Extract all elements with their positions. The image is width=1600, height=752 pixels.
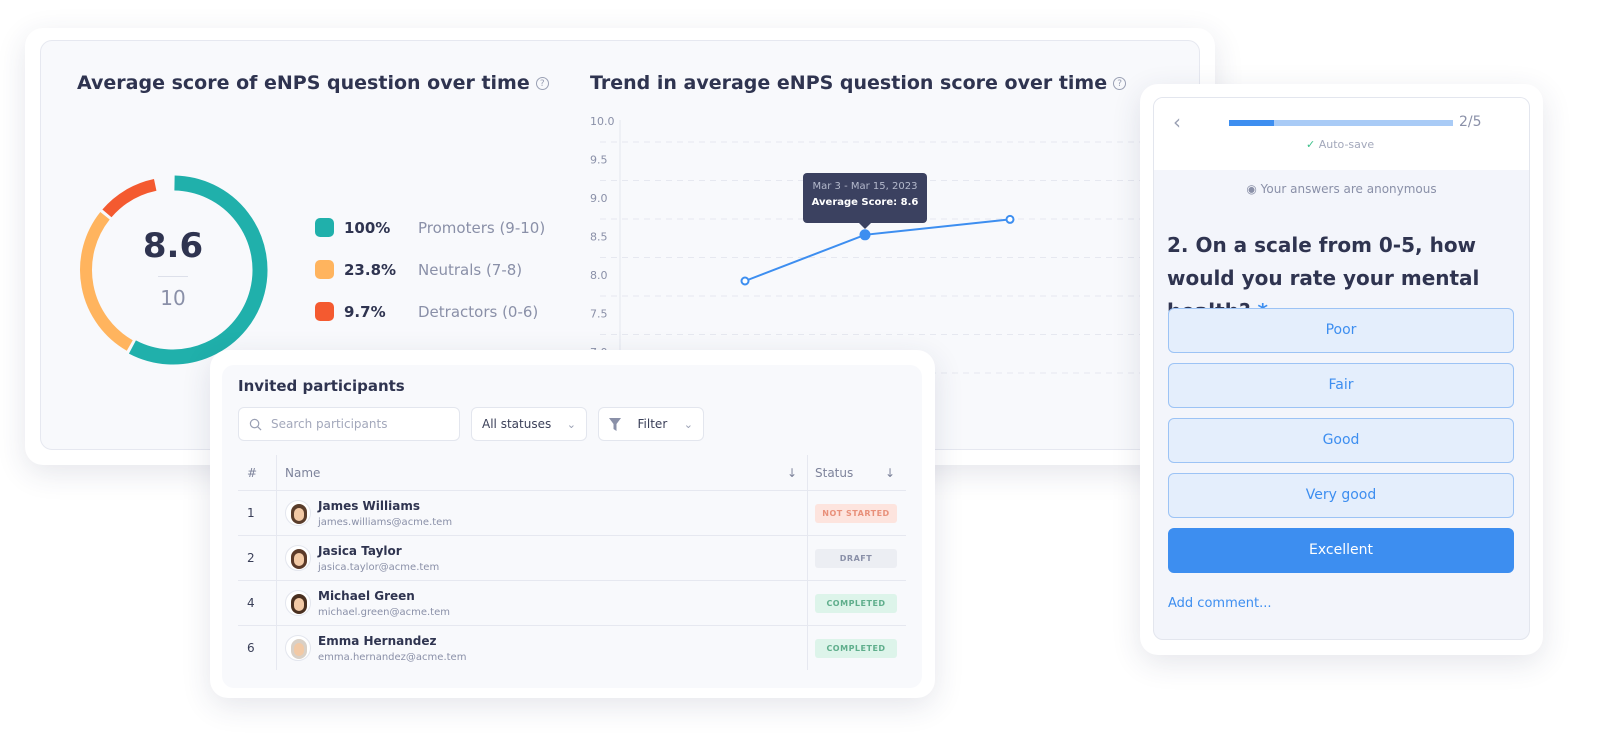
data-point[interactable] [740, 276, 750, 286]
status-badge: COMPLETED [815, 639, 897, 658]
back-chevron-icon[interactable]: ‹ [1173, 110, 1181, 134]
legend-swatch [315, 218, 334, 237]
chevron-down-icon: ⌄ [566, 417, 576, 431]
y-tick-label: 8.5 [590, 231, 608, 244]
row-number: 4 [247, 596, 255, 610]
chevron-down-icon: ⌄ [683, 417, 693, 431]
participant-name: James Williams [318, 499, 420, 513]
avatar [285, 500, 311, 526]
average-score: 8.6 [142, 226, 204, 266]
legend-item: 100% Promoters (9-10) [315, 218, 545, 237]
progress-fill [1229, 120, 1274, 126]
survey-header [1154, 98, 1529, 170]
legend-swatch [315, 260, 334, 279]
participants-title: Invited participants [238, 377, 405, 395]
data-point[interactable] [1005, 214, 1015, 224]
legend-label: Detractors (0-6) [418, 302, 539, 321]
legend-label: Promoters (9-10) [418, 218, 546, 237]
tooltip-value: Average Score: 8.6 [811, 196, 919, 208]
help-icon[interactable]: ? [535, 77, 549, 90]
participant-email: james.williams@acme.tem [318, 517, 453, 528]
answer-option-very-good[interactable]: Very good [1168, 473, 1514, 518]
row-number: 2 [247, 551, 255, 565]
answer-option-good[interactable]: Good [1168, 418, 1514, 463]
autosave-label: Auto-save [1318, 138, 1375, 151]
status-badge: NOT STARTED [815, 504, 897, 523]
anonymous-text: Your answers are anonymous [1260, 182, 1437, 196]
tooltip-date: Mar 3 - Mar 15, 2023 [812, 180, 918, 192]
check-icon: ✓ [1306, 138, 1316, 151]
y-tick-label: 9.5 [590, 154, 608, 167]
status-select-value: All statuses [482, 417, 552, 431]
table-row[interactable]: 4 Michael Green michael.green@acme.tem C… [238, 580, 906, 625]
row-number: 1 [247, 506, 255, 520]
autosave-status: ✓ Auto-save [1306, 138, 1374, 151]
status-badge: COMPLETED [815, 594, 897, 613]
filter-button[interactable]: Filter ⌄ [598, 407, 704, 441]
participant-name: Jasica Taylor [318, 544, 402, 558]
search-icon [249, 418, 262, 430]
title-text: Trend in average eNPS question score ove… [590, 72, 1108, 94]
title-text: Average score of eNPS question over time [77, 72, 530, 94]
progress-text: 2/5 [1459, 114, 1482, 130]
score-card-title: Average score of eNPS question over time… [77, 72, 549, 94]
y-tick-label: 8.0 [590, 269, 608, 282]
column-header-name[interactable]: Name ↓ [285, 466, 797, 480]
series-line [744, 218, 1011, 282]
tooltip-arrow [859, 222, 871, 229]
data-point[interactable] [859, 229, 871, 241]
table-row[interactable]: 2 Jasica Taylor jasica.taylor@acme.tem D… [238, 535, 906, 580]
legend-percent: 100% [344, 218, 391, 237]
y-tick-label: 10.0 [590, 115, 615, 128]
filter-icon [609, 417, 621, 431]
max-score: 10 [160, 286, 186, 310]
participant-email: emma.hernandez@acme.tem [318, 652, 467, 663]
column-header-status[interactable]: Status ↓ [815, 466, 895, 480]
search-placeholder: Search participants [271, 417, 388, 431]
chart-tooltip: Mar 3 - Mar 15, 2023 Average Score: 8.6 [803, 172, 927, 229]
score-donut [80, 175, 268, 365]
participant-email: jasica.taylor@acme.tem [318, 562, 440, 573]
participant-name: Emma Hernandez [318, 634, 437, 648]
legend-swatch [315, 302, 334, 321]
y-tick-label: 7.5 [590, 308, 608, 321]
progress-bar [1229, 120, 1453, 126]
row-number: 6 [247, 641, 255, 655]
eye-off-icon: ◉ [1246, 182, 1257, 196]
avatar [285, 590, 311, 616]
participant-name: Michael Green [318, 589, 415, 603]
status-select[interactable]: All statuses ⌄ [471, 407, 587, 441]
legend-percent: 9.7% [344, 302, 386, 321]
legend-percent: 23.8% [344, 260, 397, 279]
column-header-number: # [247, 466, 258, 480]
legend-item: 9.7% Detractors (0-6) [315, 302, 538, 321]
y-tick-label: 9.0 [590, 192, 608, 205]
promoters-arc [128, 175, 268, 365]
table-row[interactable]: 6 Emma Hernandez emma.hernandez@acme.tem… [238, 625, 906, 670]
add-comment-link[interactable]: Add comment... [1168, 596, 1271, 611]
sort-arrow-icon: ↓ [884, 466, 895, 480]
trend-chart-title: Trend in average eNPS question score ove… [590, 72, 1127, 94]
header-label: Status [815, 466, 854, 480]
table-row[interactable]: 1 James Williams james.williams@acme.tem… [238, 490, 906, 535]
participant-email: michael.green@acme.tem [318, 607, 450, 618]
avatar [285, 635, 311, 661]
anonymous-notice: ◉ Your answers are anonymous [1153, 182, 1530, 196]
answer-option-poor[interactable]: Poor [1168, 308, 1514, 353]
answer-option-fair[interactable]: Fair [1168, 363, 1514, 408]
header-label: Name [285, 466, 321, 480]
search-input[interactable]: Search participants [238, 407, 460, 441]
help-icon[interactable]: ? [1113, 77, 1127, 90]
legend-item: 23.8% Neutrals (7-8) [315, 260, 522, 279]
score-divider [158, 276, 188, 277]
detractors-arc [102, 178, 157, 218]
status-badge: DRAFT [815, 549, 897, 568]
answer-option-excellent[interactable]: Excellent [1168, 528, 1514, 573]
filter-label: Filter [637, 417, 668, 431]
sort-arrow-icon: ↓ [786, 466, 797, 480]
legend-label: Neutrals (7-8) [418, 260, 523, 279]
avatar [285, 545, 311, 571]
